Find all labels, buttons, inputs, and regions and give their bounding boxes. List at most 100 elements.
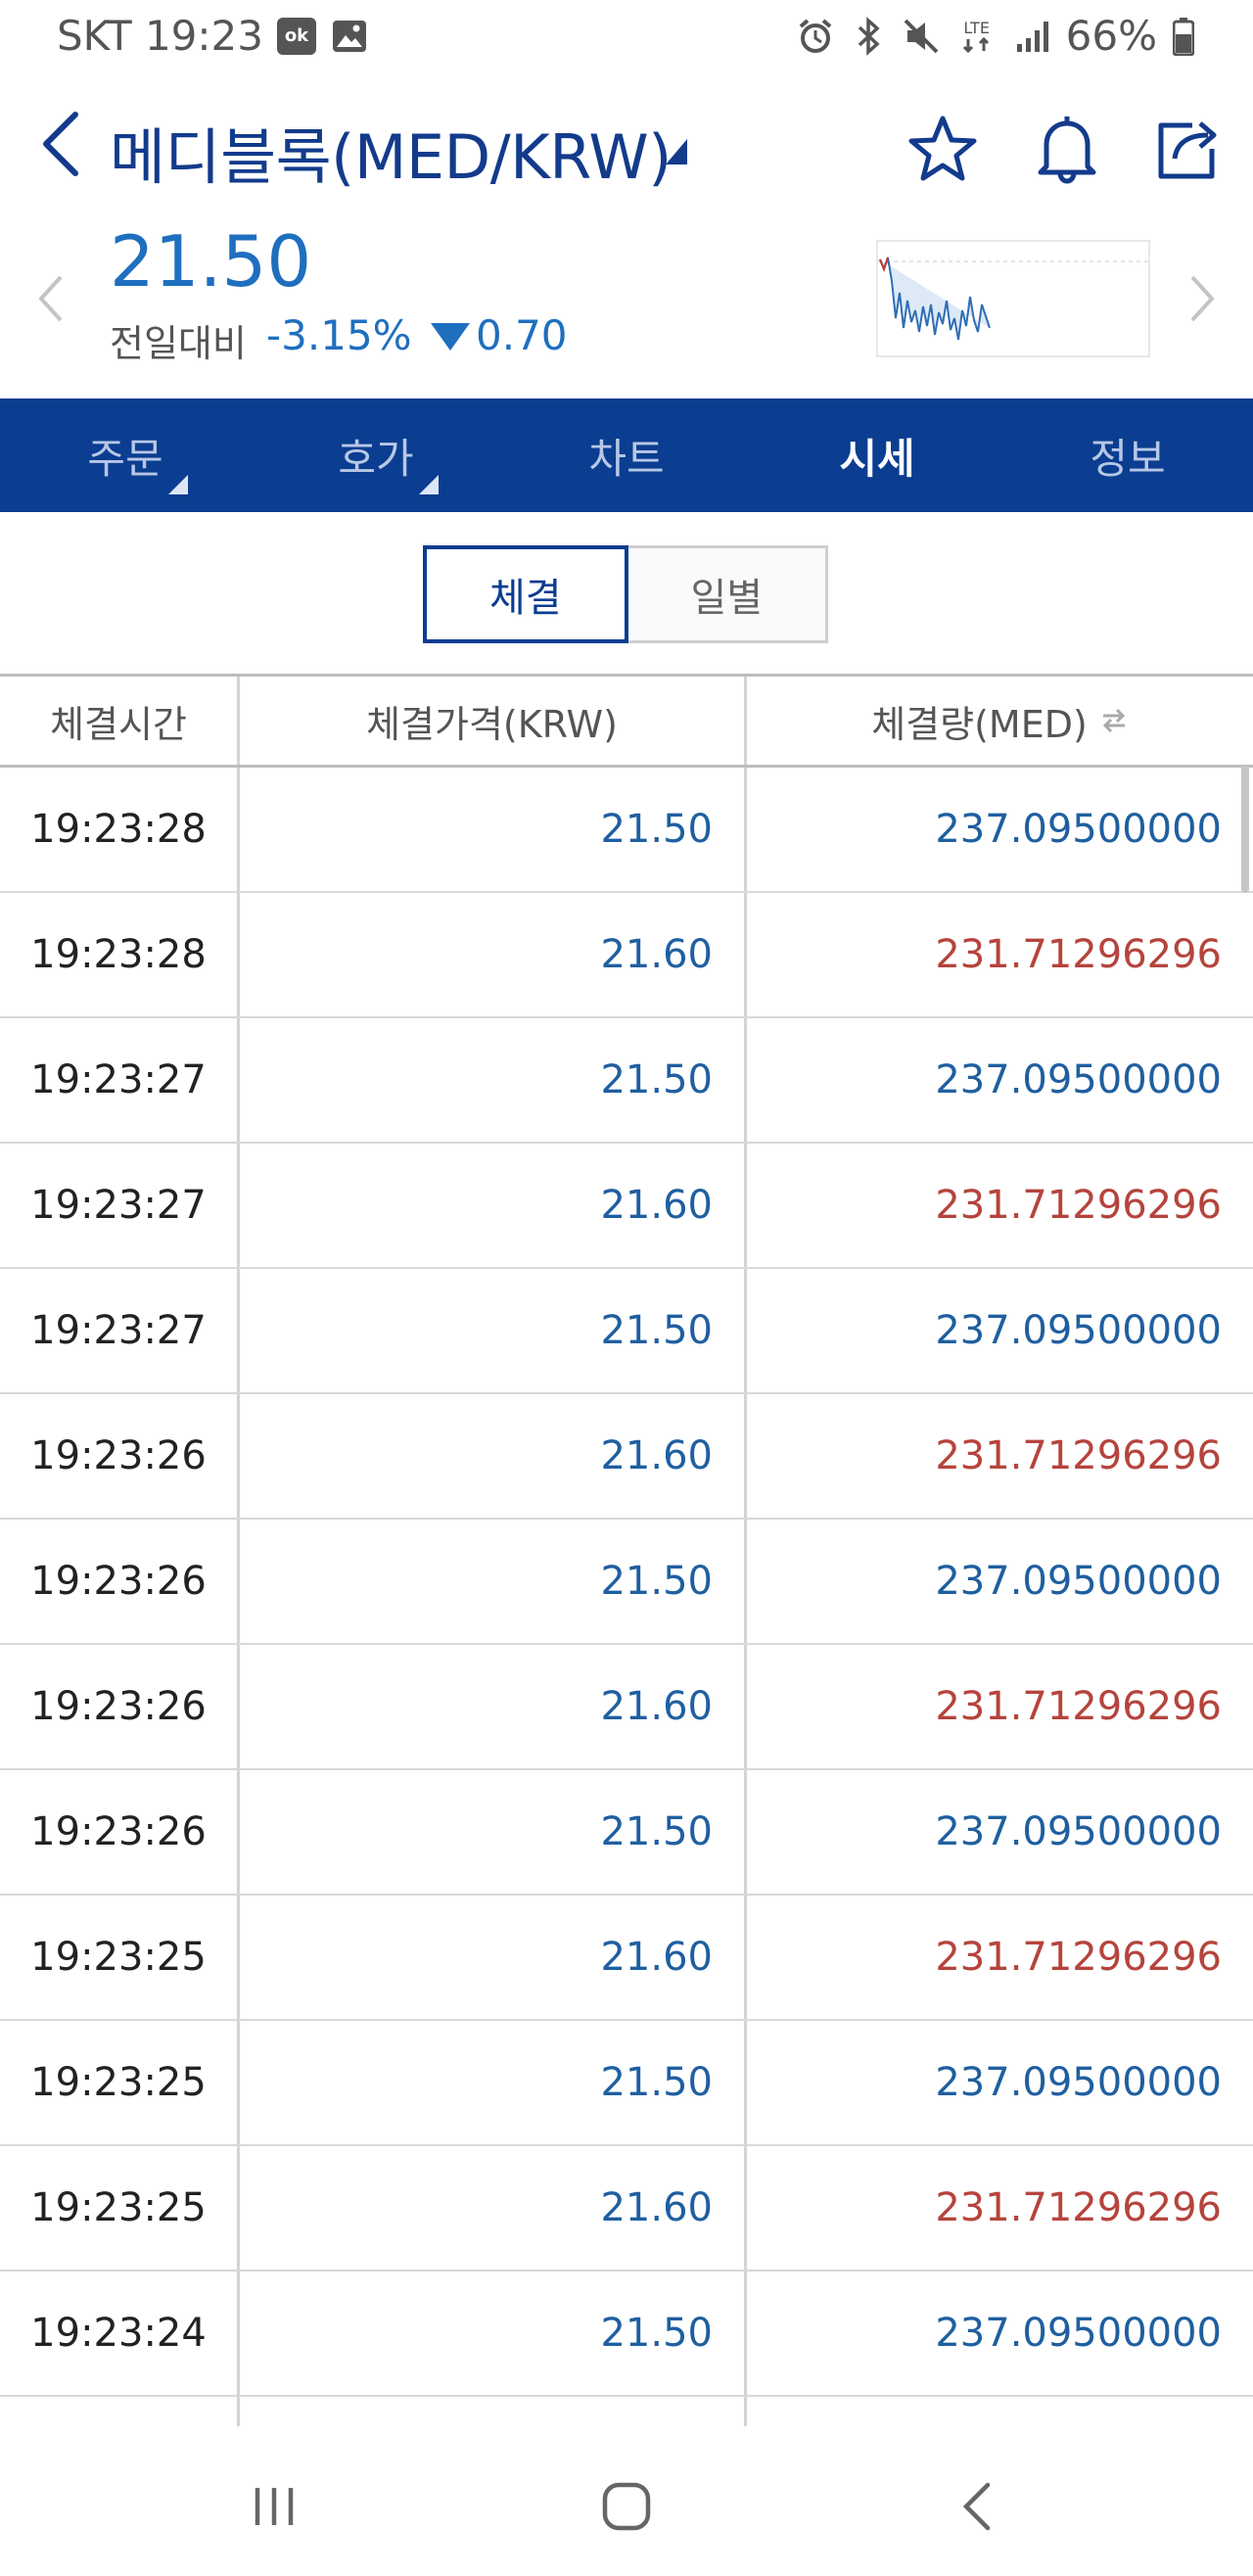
next-coin-button[interactable] (1188, 274, 1216, 327)
cell-time: 19:23:25 (0, 2021, 240, 2144)
page-title[interactable]: 메디블록(MED/KRW) (110, 108, 672, 196)
tab-market-price[interactable]: 시세 (752, 398, 1002, 512)
lte-label: LTE (963, 18, 990, 37)
tab-chart[interactable]: 차트 (501, 398, 752, 512)
cell-price: 21.60 (240, 893, 747, 1016)
cell-quantity: 237.09500000 (935, 1559, 1222, 1604)
favorite-button[interactable] (905, 112, 980, 186)
alert-button[interactable] (1030, 112, 1104, 186)
cell-quantity: 237.09500000 (935, 1809, 1222, 1854)
gallery-icon (330, 17, 369, 56)
system-back-button[interactable] (938, 2467, 1016, 2546)
chevron-right-icon (1190, 275, 1215, 322)
tab-label: 시세 (839, 434, 915, 483)
corner-indicator-icon (419, 475, 439, 494)
header-qty-label: 체결량(MED) (871, 702, 1088, 746)
prev-coin-button[interactable] (37, 274, 65, 327)
header-time: 체결시간 (0, 677, 240, 765)
cell-time: 19:23:27 (0, 1144, 240, 1267)
cell-time: 19:23:28 (0, 893, 240, 1016)
tab-orderbook[interactable]: 호가 (251, 398, 501, 512)
view-toggle: 체결 일별 (423, 545, 828, 643)
table-row: 19:23:26 21.50 237.09500000 (0, 1770, 1253, 1896)
table-row: 19:23:24 21.50 237.09500000 (0, 2272, 1253, 2397)
system-nav-bar (0, 2428, 1253, 2576)
mute-icon (902, 17, 941, 56)
header-qty[interactable]: 체결량(MED) (747, 677, 1253, 765)
share-button[interactable] (1151, 112, 1226, 186)
cell-time: 19:23:24 (0, 2272, 240, 2395)
tab-label: 호가 (338, 434, 414, 483)
back-button[interactable] (35, 110, 84, 178)
cell-quantity: 237.09500000 (935, 807, 1222, 852)
lte-icon: LTE (954, 17, 999, 56)
back-icon (962, 2482, 991, 2531)
price-summary: 21.50 전일대비 -3.15% 0.70 (0, 211, 1253, 392)
battery-percent: 66% (1065, 12, 1157, 60)
cell-price: 21.50 (240, 1018, 747, 1142)
home-button[interactable] (587, 2467, 666, 2546)
table-row: 19:23:26 21.50 237.09500000 (0, 1520, 1253, 1645)
cell-time: 19:23:25 (0, 2146, 240, 2270)
table-tail-cell (747, 2397, 1253, 2426)
table-tail-cell (0, 2397, 240, 2426)
tab-label: 차트 (588, 434, 665, 483)
cell-time: 19:23:26 (0, 1520, 240, 1643)
table-row: 19:23:26 21.60 231.71296296 (0, 1645, 1253, 1770)
scrollbar-thumb[interactable] (1241, 766, 1249, 893)
cell-time: 19:23:25 (0, 1896, 240, 2019)
table-tail (0, 2397, 1253, 2426)
table-row: 19:23:27 21.50 237.09500000 (0, 1269, 1253, 1394)
cell-quantity: 231.71296296 (935, 1935, 1222, 1980)
cell-price: 21.50 (240, 2272, 747, 2395)
tab-label: 정보 (1090, 434, 1166, 483)
cell-time: 19:23:26 (0, 1770, 240, 1894)
cell-price: 21.60 (240, 2146, 747, 2270)
table-row: 19:23:27 21.60 231.71296296 (0, 1144, 1253, 1269)
star-icon (908, 116, 977, 181)
table-body: 19:23:28 21.50 237.09500000 19:23:28 21.60 23… (0, 768, 1253, 2397)
bell-icon (1038, 117, 1096, 184)
tab-bar: 주문 호가 차트 시세 정보 (0, 398, 1253, 512)
tab-label: 주문 (87, 434, 163, 483)
cell-quantity: 231.71296296 (935, 1433, 1222, 1478)
cell-price: 21.50 (240, 1520, 747, 1643)
change-percent: -3.15% (266, 311, 412, 359)
table-row: 19:23:28 21.50 237.09500000 (0, 768, 1253, 893)
segment-trades[interactable]: 체결 (423, 545, 628, 643)
cell-quantity: 231.71296296 (935, 1684, 1222, 1729)
cell-time: 19:23:27 (0, 1269, 240, 1392)
cell-quantity: 237.09500000 (935, 2060, 1222, 2105)
change-label: 전일대비 (110, 322, 247, 365)
signal-icon (1013, 17, 1052, 56)
cell-time: 19:23:26 (0, 1394, 240, 1518)
cell-price: 21.60 (240, 1645, 747, 1768)
ok-cashbag-icon: ok (276, 17, 316, 55)
table-row: 19:23:25 21.60 231.71296296 (0, 1896, 1253, 2021)
table-header: 체결시간 체결가격(KRW) 체결량(MED) (0, 674, 1253, 768)
status-left: SKT 19:23 ok (57, 12, 369, 60)
carrier-time: SKT 19:23 (57, 12, 263, 60)
header: 메디블록(MED/KRW) (0, 88, 1253, 206)
cell-price: 21.60 (240, 1896, 747, 2019)
recent-apps-button[interactable] (235, 2467, 313, 2546)
recent-apps-icon (255, 2488, 294, 2525)
segment-daily[interactable]: 일별 (627, 545, 828, 643)
cell-quantity: 237.09500000 (935, 1308, 1222, 1353)
home-icon (602, 2482, 651, 2531)
table-row: 19:23:28 21.60 231.71296296 (0, 893, 1253, 1018)
table-tail-cell (240, 2397, 747, 2426)
cell-quantity: 231.71296296 (935, 1183, 1222, 1228)
mini-price-chart[interactable] (876, 240, 1150, 357)
table-row: 19:23:25 21.50 237.09500000 (0, 2021, 1253, 2146)
current-price: 21.50 (110, 220, 312, 303)
table-row: 19:23:27 21.50 237.09500000 (0, 1018, 1253, 1144)
tab-order[interactable]: 주문 (0, 398, 251, 512)
status-bar: SKT 19:23 ok LTE 66% (0, 0, 1253, 74)
swap-unit-icon[interactable] (1099, 706, 1129, 735)
sparkline (878, 257, 1148, 341)
title-dropdown-icon[interactable] (666, 139, 687, 164)
tab-info[interactable]: 정보 (1002, 398, 1253, 512)
bluetooth-icon (849, 16, 888, 56)
trades-table: 체결시간 체결가격(KRW) 체결량(MED) 19:23:28 21.50 237… (0, 674, 1253, 2426)
